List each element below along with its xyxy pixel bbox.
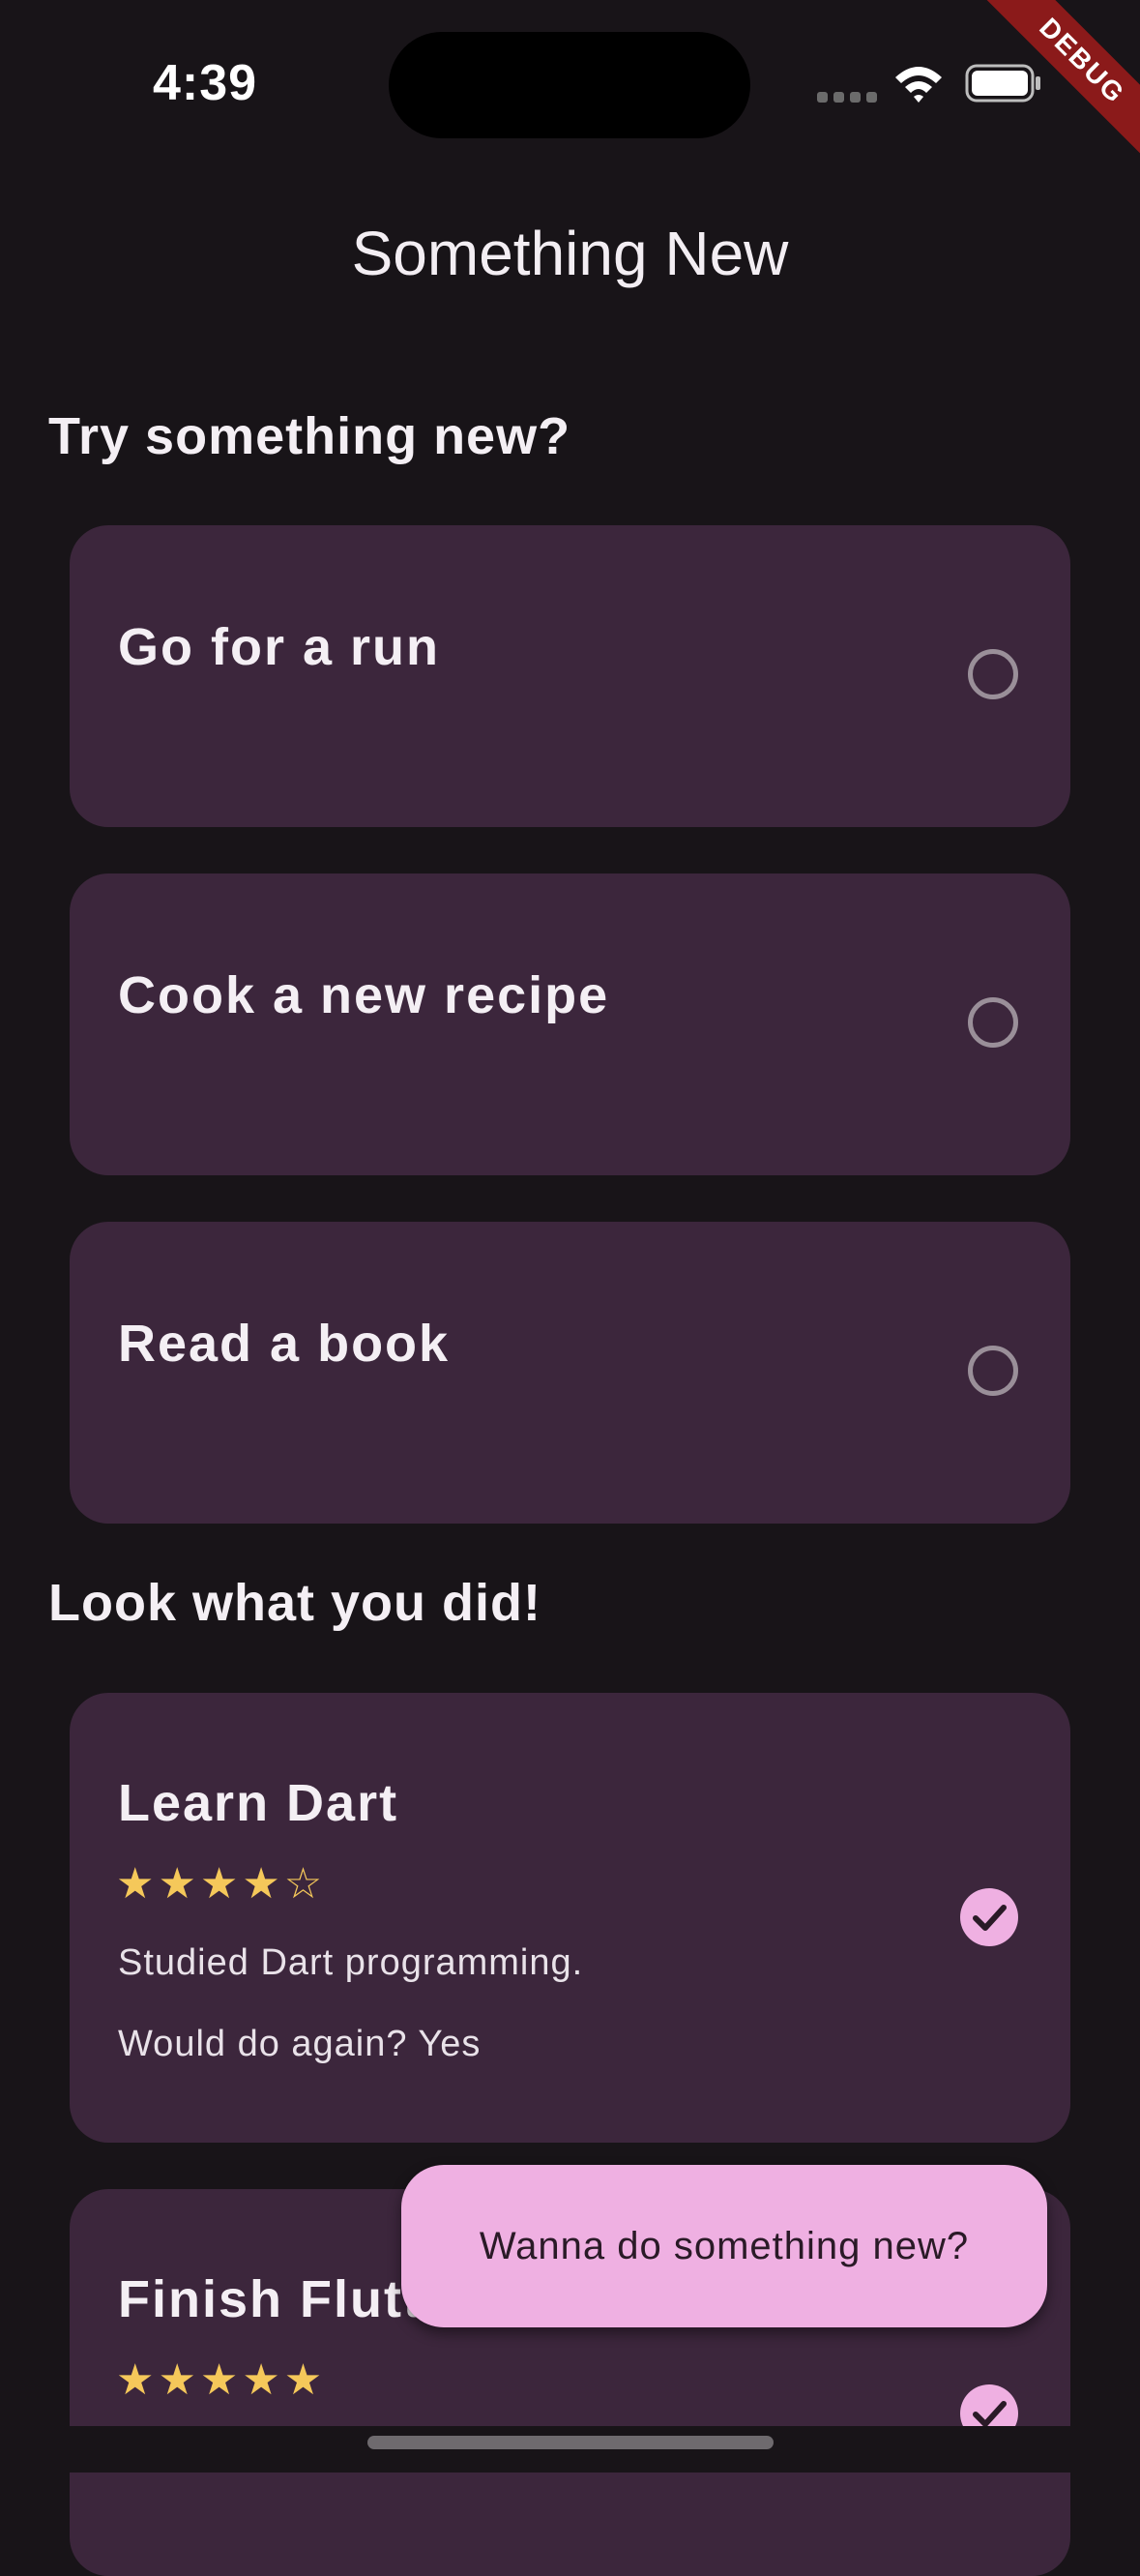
dynamic-island (389, 32, 750, 138)
done-card[interactable]: Learn Dart ★★★★☆ Studied Dart programmin… (70, 1693, 1070, 2143)
signal-dots-icon (817, 92, 877, 104)
radio-unchecked-icon[interactable] (968, 649, 1018, 699)
page-title: Something New (351, 219, 789, 288)
rating-stars: ★★★★☆ (116, 1860, 327, 1908)
wifi-icon (892, 62, 946, 104)
todo-card-title: Read a book (118, 1315, 451, 1373)
done-card-note: Studied Dart programming. (118, 1942, 584, 1983)
done-card-title: Learn Dart (118, 1774, 399, 1832)
rating-stars: ★★★★★ (116, 2356, 327, 2404)
check-circle-icon[interactable] (960, 1888, 1018, 1946)
todo-card-title: Cook a new recipe (118, 966, 610, 1024)
todo-card-title: Go for a run (118, 618, 440, 676)
section-title-done: Look what you did! (48, 1574, 541, 1632)
todo-card[interactable]: Go for a run (70, 525, 1070, 827)
radio-unchecked-icon[interactable] (968, 997, 1018, 1048)
status-bar: 4:39 (0, 0, 1140, 145)
battery-icon (965, 64, 1042, 103)
home-bar-area (0, 2426, 1140, 2472)
done-card-again: Would do again? Yes (118, 2024, 482, 2064)
radio-unchecked-icon[interactable] (968, 1346, 1018, 1396)
todo-card[interactable]: Cook a new recipe (70, 873, 1070, 1175)
section-title-todo: Try something new? (48, 407, 571, 465)
status-time: 4:39 (153, 55, 258, 111)
home-indicator[interactable] (367, 2436, 774, 2449)
new-activity-button[interactable]: Wanna do something new? (401, 2165, 1047, 2327)
todo-card[interactable]: Read a book (70, 1222, 1070, 1524)
